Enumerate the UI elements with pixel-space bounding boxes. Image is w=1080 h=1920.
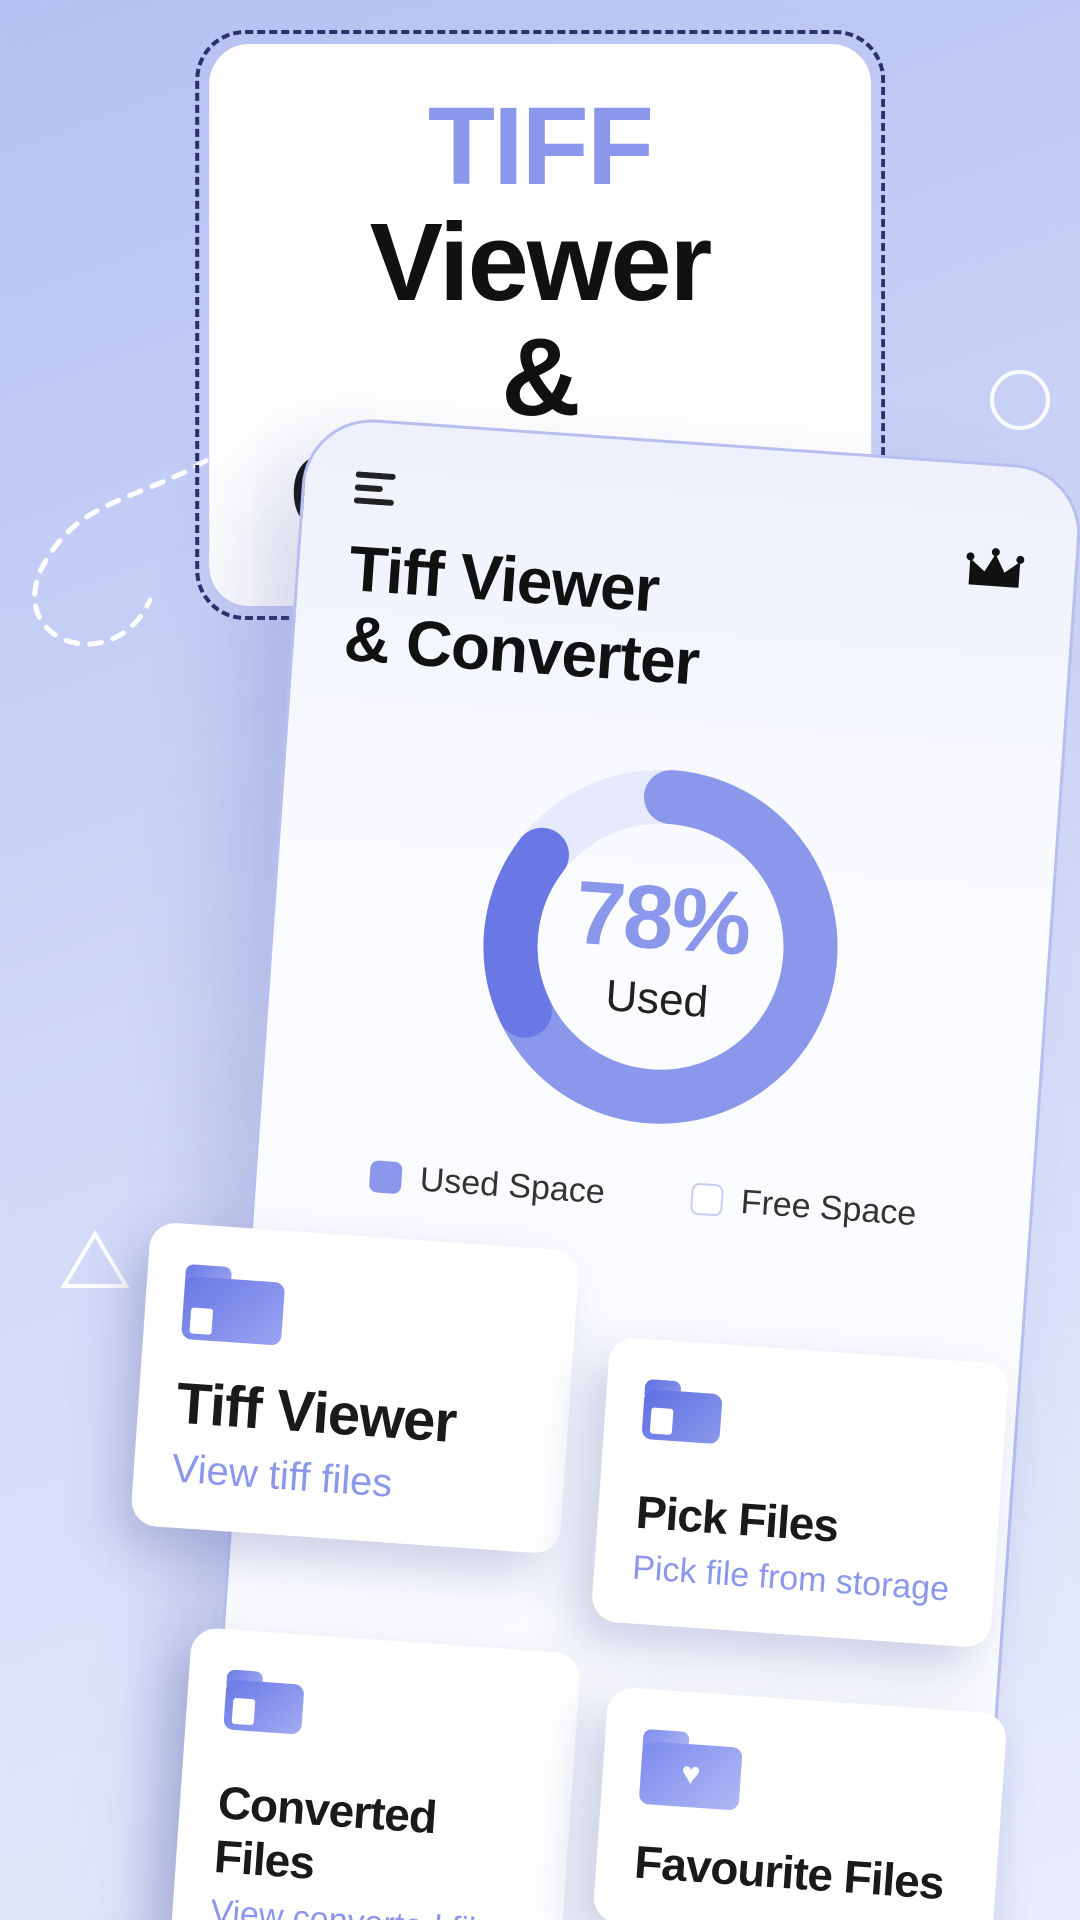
- card-pick-files[interactable]: Pick Files Pick file from storage: [591, 1336, 1010, 1648]
- card-favourite-files[interactable]: ♥ Favourite Files: [592, 1686, 1007, 1920]
- legend-used: Used Space: [369, 1157, 606, 1212]
- app-title: Tiff Viewer & Converter: [342, 533, 1024, 720]
- folder-icon: [181, 1264, 286, 1346]
- card-tiff-viewer[interactable]: Tiff Viewer View tiff files: [130, 1221, 580, 1554]
- gauge-label: Used: [604, 971, 710, 1028]
- gauge-percent: 78%: [572, 862, 753, 977]
- legend-free: Free Space: [690, 1179, 918, 1234]
- legend-free-label: Free Space: [740, 1183, 918, 1234]
- decoration-circle: [990, 370, 1050, 430]
- card-title: Pick Files: [634, 1485, 961, 1561]
- folder-heart-icon: ♥: [639, 1729, 744, 1811]
- card-title: Converted Files: [212, 1775, 533, 1905]
- storage-legend: Used Space Free Space: [306, 1152, 981, 1238]
- storage-gauge: 78% Used: [468, 754, 852, 1138]
- card-title: Tiff Viewer: [174, 1370, 532, 1462]
- menu-icon[interactable]: [354, 471, 400, 506]
- card-title: Favourite Files: [633, 1835, 960, 1911]
- legend-used-label: Used Space: [419, 1160, 607, 1212]
- crown-icon[interactable]: [963, 544, 1026, 598]
- used-swatch-icon: [369, 1160, 403, 1194]
- free-swatch-icon: [690, 1183, 724, 1217]
- folder-icon: [223, 1669, 305, 1734]
- folder-icon: [641, 1379, 723, 1444]
- card-converted-files[interactable]: Converted Files View converted files: [169, 1627, 582, 1920]
- banner-rest1: Viewer: [370, 201, 711, 324]
- banner-accent: TIFF: [428, 85, 652, 208]
